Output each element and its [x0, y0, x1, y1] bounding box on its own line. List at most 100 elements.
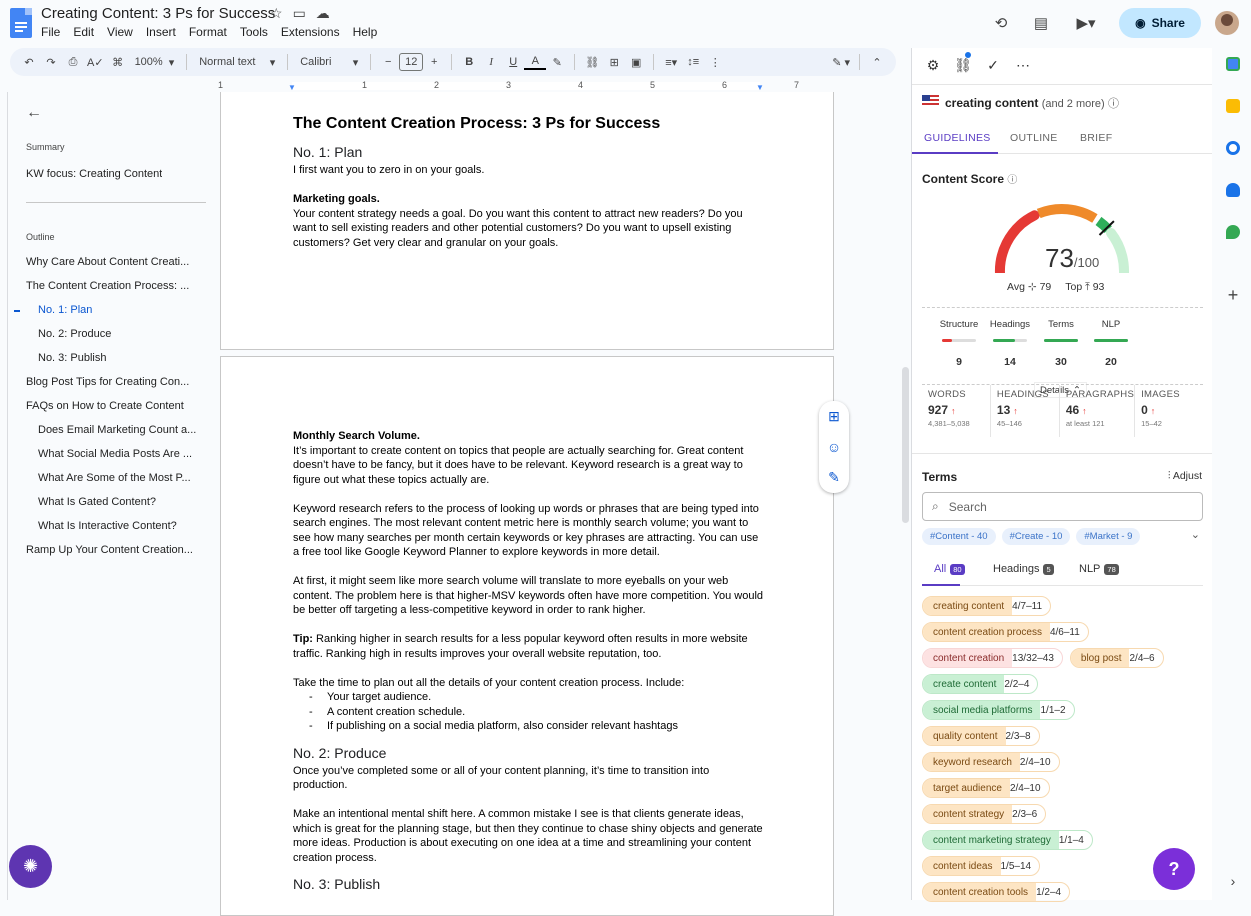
term-chip[interactable]: blog post 2/4–6 [1069, 648, 1164, 668]
font-size-input[interactable]: 12 [399, 53, 424, 71]
term-chip[interactable]: content marketing strategy 1/1–4 [922, 830, 1093, 850]
outline-item[interactable]: No. 2: Produce [38, 328, 212, 340]
more-options-icon[interactable]: ⋮ [704, 51, 726, 73]
indent-marker-icon[interactable]: ▼ [288, 83, 296, 92]
star-icon[interactable]: ☆ [270, 5, 283, 22]
highlight-icon[interactable]: ✎ [546, 51, 568, 73]
doc-paragraph[interactable]: Once you’ve completed some or all of you… [293, 764, 763, 793]
outline-item[interactable]: What Social Media Posts Are ... [38, 448, 212, 460]
tab-guidelines[interactable]: GUIDELINES [924, 132, 991, 144]
doc-paragraph[interactable]: Tip: Ranking higher in search results fo… [293, 632, 763, 661]
term-chip[interactable]: content creation 13/32–43 [922, 648, 1063, 668]
move-folder-icon[interactable]: ▭ [293, 5, 306, 22]
term-chip[interactable]: content creation tools 1/2–4 [922, 882, 1071, 902]
outline-item[interactable]: Does Email Marketing Count a... [38, 424, 212, 436]
doc-heading-1[interactable]: The Content Creation Process: 3 Ps for S… [293, 114, 763, 134]
list-item[interactable]: Your target audience. [311, 690, 763, 705]
term-chip[interactable]: create content 2/2–4 [922, 674, 1039, 694]
add-addon-icon[interactable]: + [1226, 285, 1240, 305]
spellcheck-icon[interactable]: A✓ [84, 51, 107, 73]
term-chip[interactable]: social media platforms 1/1–2 [922, 700, 1075, 720]
bold-icon[interactable]: B [458, 51, 480, 73]
summary-text[interactable]: KW focus: Creating Content [26, 168, 162, 180]
menu-view[interactable]: View [107, 25, 133, 39]
maps-icon[interactable] [1226, 225, 1240, 239]
check-circle-icon[interactable]: ✓ [984, 56, 1002, 74]
tab-headings[interactable]: Headings 5 [993, 563, 1054, 575]
term-chip[interactable]: keyword research 2/4–10 [922, 752, 1060, 772]
more-icon[interactable]: ⋯ [1014, 56, 1032, 74]
doc-paragraph[interactable]: It’s important to create content on topi… [293, 444, 763, 488]
list-item[interactable]: A content creation schedule. [311, 705, 763, 720]
gear-icon[interactable]: ⚙ [924, 56, 942, 74]
add-comment-icon[interactable]: ⊞ [828, 408, 840, 425]
tasks-icon[interactable] [1226, 141, 1240, 155]
align-icon[interactable]: ≡▾ [660, 51, 682, 73]
document-page[interactable]: Monthly Search Volume. It’s important to… [220, 356, 834, 916]
right-indent-marker-icon[interactable]: ▼ [756, 83, 764, 92]
term-chip[interactable]: content ideas 1/5–14 [922, 856, 1041, 876]
text-color-icon[interactable]: A [524, 54, 547, 70]
assistant-launcher-icon[interactable]: ✺ [9, 845, 52, 888]
paint-format-icon[interactable]: ⌘ [107, 51, 129, 73]
menu-format[interactable]: Format [189, 25, 227, 39]
font-select[interactable]: Calibri ▾ [294, 56, 364, 69]
term-chip[interactable]: content strategy 2/3–6 [922, 804, 1047, 824]
ruler[interactable]: 1 ▼ 1 2 3 4 5 6 ▼ 7 [218, 80, 834, 92]
insert-image-icon[interactable]: ▣ [625, 51, 647, 73]
menu-extensions[interactable]: Extensions [281, 25, 340, 39]
outline-item[interactable]: What Are Some of the Most P... [38, 472, 212, 484]
menu-tools[interactable]: Tools [240, 25, 268, 39]
keyword-title[interactable]: creating content (and 2 more) ⓘ [945, 95, 1119, 111]
hashtag-chip[interactable]: #Content - 40 [922, 528, 996, 545]
menu-insert[interactable]: Insert [146, 25, 176, 39]
document-page[interactable]: The Content Creation Process: 3 Ps for S… [220, 92, 834, 350]
editing-mode-icon[interactable]: ✎ ▾ [829, 51, 853, 73]
tab-nlp[interactable]: NLP 78 [1079, 563, 1119, 575]
doc-paragraph[interactable]: Take the time to plan out all the detail… [293, 676, 763, 691]
outline-item[interactable]: Why Care About Content Creati... [26, 256, 212, 268]
hashtag-chip[interactable]: #Market - 9 [1076, 528, 1141, 545]
emoji-reaction-icon[interactable]: ☺ [827, 439, 841, 455]
list-item[interactable]: If publishing on a social media platform… [311, 719, 763, 734]
chevron-right-icon[interactable]: › [1226, 873, 1240, 889]
outline-item[interactable]: Ramp Up Your Content Creation... [26, 544, 212, 556]
term-chip[interactable]: quality content 2/3–8 [922, 726, 1040, 746]
doc-paragraph[interactable]: At first, it might seem like more search… [293, 574, 763, 618]
add-comment-icon[interactable]: ⊞ [603, 51, 625, 73]
increase-font-size-icon[interactable]: + [423, 51, 445, 73]
share-button[interactable]: ◉ Share [1119, 8, 1201, 38]
doc-paragraph[interactable]: Make an intentional mental shift here. A… [293, 807, 763, 865]
scrollbar[interactable] [902, 367, 909, 523]
outline-item[interactable]: What Is Gated Content? [38, 496, 212, 508]
term-chip[interactable]: content creation process 4/6–11 [922, 622, 1089, 642]
link-icon[interactable]: ⛓ [954, 56, 972, 74]
tab-outline[interactable]: OUTLINE [1010, 132, 1058, 144]
collapse-menu-icon[interactable]: ⌃ [866, 51, 888, 73]
doc-bold-text[interactable]: Monthly Search Volume. [293, 430, 420, 442]
meet-video-icon[interactable]: ▶▾ [1069, 11, 1103, 35]
zoom-select[interactable]: 100% ▾ [129, 56, 181, 69]
hashtag-chip[interactable]: #Create - 10 [1001, 528, 1071, 545]
info-icon[interactable]: ⓘ [1007, 175, 1017, 186]
cloud-saved-icon[interactable]: ☁ [316, 5, 330, 22]
menu-file[interactable]: File [41, 25, 60, 39]
adjust-button[interactable]: ⫶ Adjust [1168, 470, 1202, 483]
insert-link-icon[interactable]: ⛓ [581, 51, 603, 73]
doc-heading-2[interactable]: No. 1: Plan [293, 143, 763, 161]
docs-logo-icon[interactable] [10, 8, 32, 38]
tab-all[interactable]: All 80 [934, 563, 965, 575]
tab-brief[interactable]: BRIEF [1080, 132, 1112, 144]
terms-search-input[interactable]: ⌕ Search [922, 492, 1203, 521]
outline-item[interactable]: The Content Creation Process: ... [26, 280, 212, 292]
help-button[interactable]: ? [1153, 848, 1195, 890]
info-icon[interactable]: ⓘ [1108, 98, 1119, 110]
outline-item[interactable]: FAQs on How to Create Content [26, 400, 212, 412]
italic-icon[interactable]: I [480, 51, 502, 73]
keep-icon[interactable] [1226, 99, 1240, 113]
redo-icon[interactable]: ↷ [40, 51, 62, 73]
outline-item[interactable]: Blog Post Tips for Creating Con... [26, 376, 212, 388]
outline-item[interactable]: What Is Interactive Content? [38, 520, 212, 532]
outline-item[interactable]: No. 1: Plan [38, 304, 212, 316]
doc-heading-2[interactable]: No. 2: Produce [293, 744, 763, 762]
